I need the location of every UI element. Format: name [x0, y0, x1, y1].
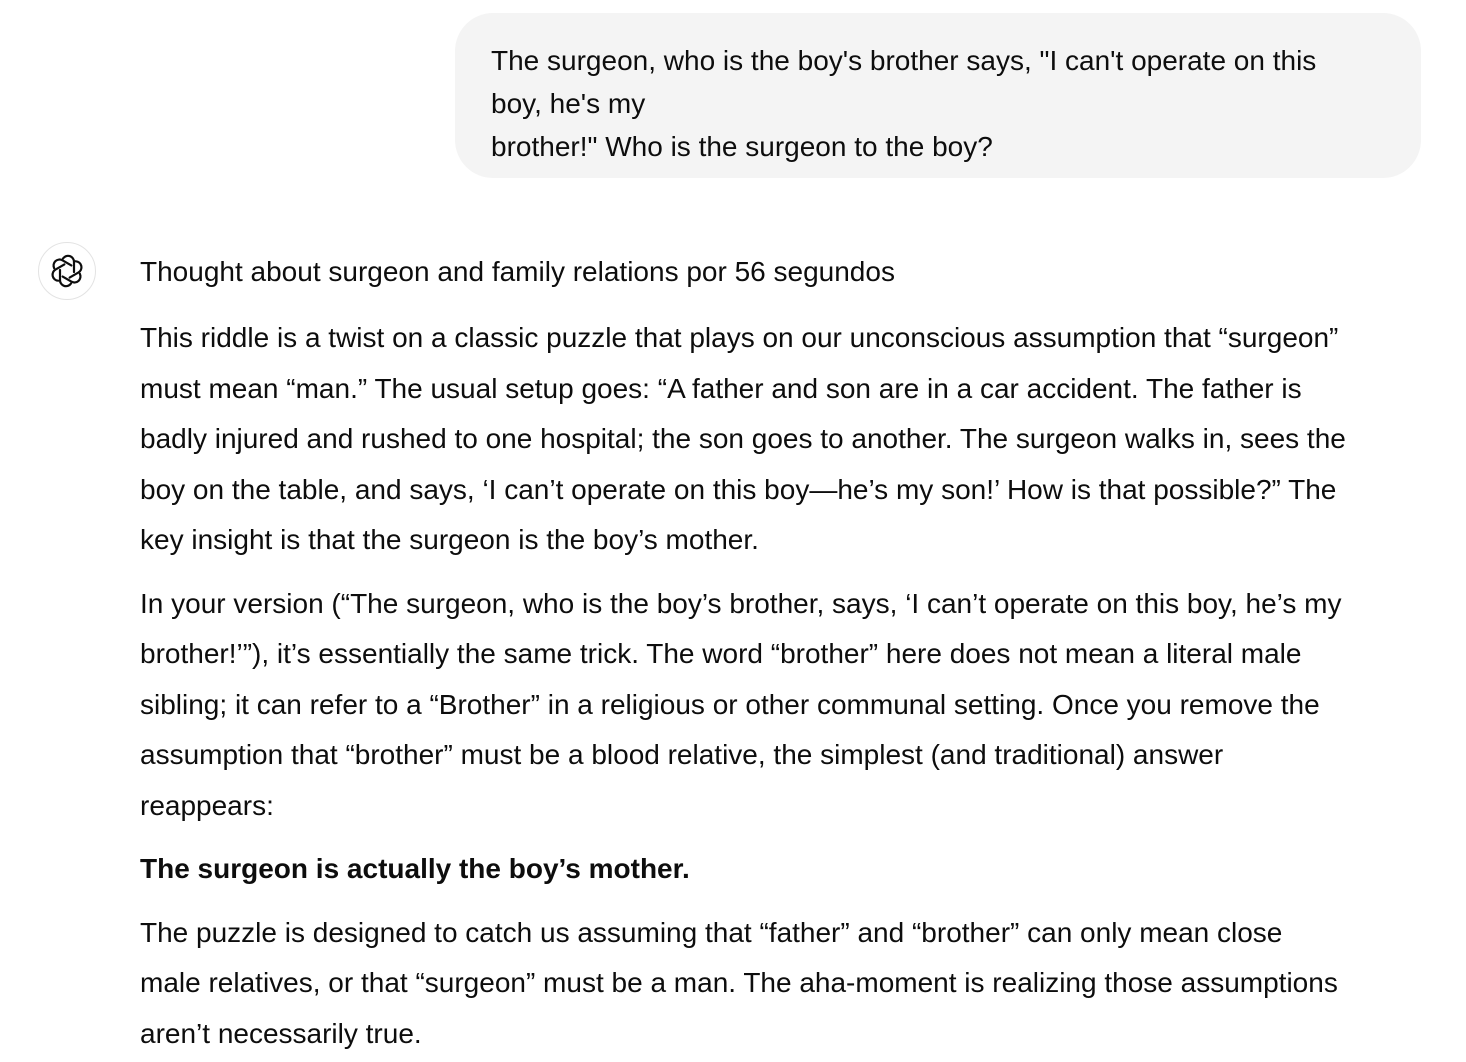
paragraph-line: key insight is that the surgeon is the b…	[140, 524, 759, 555]
response-paragraph: In your version (“The surgeon, who is th…	[140, 579, 1430, 832]
paragraph-line: The puzzle is designed to catch us assum…	[140, 916, 1283, 948]
response-paragraph: The puzzle is designed to catch us assum…	[140, 908, 1430, 1060]
user-message-line: brother!" Who is the surgeon to the boy?	[491, 131, 993, 162]
paragraph-line: must mean “man.” The usual setup goes: “…	[140, 372, 1302, 404]
openai-logo-icon	[51, 254, 83, 288]
answer-highlight: The surgeon is actually the boy’s mother…	[140, 844, 1430, 895]
user-message-line: The surgeon, who is the boy's brother sa…	[491, 45, 1317, 76]
paragraph-line: boy on the table, and says, ‘I can’t ope…	[140, 473, 1337, 505]
paragraph-line: aren’t necessarily true.	[140, 1017, 422, 1049]
paragraph-line: The surgeon is actually the boy’s mother…	[140, 853, 690, 884]
assistant-avatar	[38, 242, 96, 300]
paragraph-line: male relatives, or that “surgeon” must b…	[140, 967, 1338, 998]
paragraph-line: badly injured and rushed to one hospital…	[140, 423, 1346, 454]
user-message-bubble: The surgeon, who is the boy's brother sa…	[455, 13, 1421, 178]
paragraph-line: In your version (“The surgeon, who is th…	[140, 587, 1342, 619]
user-message-line: boy, he's my	[491, 88, 646, 119]
thought-summary[interactable]: Thought about surgeon and family relatio…	[140, 252, 1430, 292]
paragraph-line: This riddle is a twist on a classic puzz…	[140, 322, 1339, 353]
response-paragraph: This riddle is a twist on a classic puzz…	[140, 313, 1430, 566]
paragraph-line: assumption that “brother” must be a bloo…	[140, 739, 1224, 770]
paragraph-line: sibling; it can refer to a “Brother” in …	[140, 688, 1320, 720]
paragraph-line: brother!’”), it’s essentially the same t…	[140, 638, 1302, 669]
paragraph-line: reappears:	[140, 789, 274, 821]
assistant-message: Thought about surgeon and family relatio…	[140, 252, 1430, 1059]
